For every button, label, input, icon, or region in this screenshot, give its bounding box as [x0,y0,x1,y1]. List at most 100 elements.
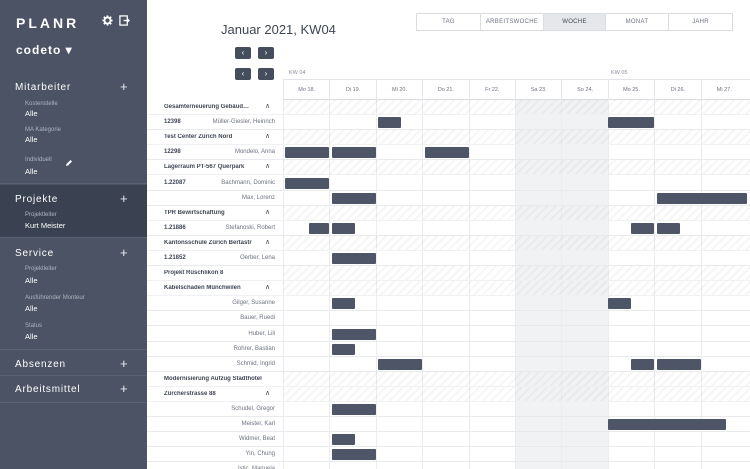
collapse-chevron-icon[interactable]: ∧ [265,102,270,110]
assignment-row[interactable]: Bauer, Ruedi [147,311,750,327]
project-row[interactable]: Zürcherstrasse 88 ∧ [147,386,750,402]
filter-value[interactable]: Alle [25,135,38,144]
filter-value[interactable]: Alle [25,109,38,118]
assignment-bar[interactable] [656,358,701,370]
assignment-row[interactable]: Schmid, Ingrid [147,357,750,372]
project-row[interactable]: Kantonsschule Zürich Bertastr ∧ [147,235,750,251]
tab-woche[interactable]: WOCHE [543,13,606,31]
day-header-cell[interactable]: Mi 27. [700,80,747,100]
assignment-row[interactable]: Gilger, Susanne [147,296,750,312]
assignment-bar[interactable] [331,343,355,355]
assignment-bar[interactable] [607,117,655,129]
add-arbeitsmittel-button[interactable]: + [120,381,128,396]
filter-value[interactable]: Alle [25,332,38,341]
add-mitarbeiter-button[interactable]: + [120,79,128,94]
assignment-row[interactable]: Meister, Karl [147,417,750,433]
assignment-bar[interactable] [331,222,355,234]
assignment-row[interactable]: Huber, Lili [147,327,750,342]
assignment-bar[interactable] [607,419,727,431]
project-number: 1.21852 [164,255,186,261]
next-button[interactable]: › [258,47,274,59]
section-label[interactable]: Absenzen [15,359,66,370]
section-label[interactable]: Arbeitsmittel [15,384,80,395]
assignment-row[interactable]: Schudel, Gregor [147,402,750,417]
day-header-cell[interactable]: Do 21. [422,80,468,100]
employee-name: Bauer, Ruedi [240,315,275,322]
assignment-bar[interactable] [656,222,680,234]
week-label: KW 04 [289,70,306,76]
day-header-cell[interactable]: Mo 18. [283,80,329,100]
project-name: Kantonsschule Zürich Bertastr [164,239,252,246]
collapse-chevron-icon[interactable]: ∧ [265,389,270,397]
assignment-row[interactable]: Rohrer, Bastian [147,342,750,357]
prev-button[interactable]: ‹ [235,47,251,59]
assignment-row[interactable]: Max, Lorenz [147,191,750,206]
assignment-row[interactable]: Istic, Manuela [147,462,750,469]
collapse-chevron-icon[interactable]: ∧ [265,132,270,140]
assignment-bar[interactable] [285,177,330,189]
pencil-icon[interactable] [65,154,73,172]
tab-jahr[interactable]: JAHR [668,13,733,31]
project-row[interactable]: Projekt Rüschlikon 8 [147,266,750,282]
day-header-cell[interactable]: Di 19. [329,80,375,100]
filter-value[interactable]: Kurt Meister [25,221,65,230]
project-row[interactable]: Modernisierung Aufzug Stadthotel [147,371,750,387]
collapse-chevron-icon[interactable]: ∧ [265,283,270,291]
assignment-bar[interactable] [331,328,376,340]
day-header-cell[interactable]: Fr 22. [468,80,515,100]
section-label[interactable]: Service [15,248,54,259]
assignment-bar[interactable] [331,147,376,159]
tab-tag[interactable]: TAG [416,13,481,31]
project-row[interactable]: TPR Bewirtschaftung ∧ [147,205,750,221]
day-header-cell[interactable]: Di 26. [654,80,700,100]
project-row[interactable]: Lagerraum PT-567 Querpark ∧ [147,160,750,176]
collapse-chevron-icon[interactable]: ∧ [265,162,270,170]
day-header-cell[interactable]: Sa 23. [515,80,561,100]
row-background [283,266,750,281]
assignment-bar[interactable] [378,117,402,129]
assignment-bar[interactable] [631,358,655,370]
add-absenz-button[interactable]: + [120,356,128,371]
assignment-bar[interactable] [378,358,423,370]
collapse-chevron-icon[interactable]: ∧ [265,208,270,216]
assignment-row[interactable]: 12398 Müller-Giesler, Heinrich [147,115,750,131]
assignment-row[interactable]: 1.21886 Stefanoski, Robert [147,221,750,236]
assignment-row[interactable]: Widmer, Beat [147,432,750,448]
assignment-bar[interactable] [331,404,376,415]
assignment-bar[interactable] [331,253,376,264]
assignment-bar[interactable] [331,298,355,310]
assignment-bar[interactable] [607,298,631,310]
filter-value[interactable]: Alle [25,167,38,176]
assignment-row[interactable]: 1.21852 Oerber, Lena [147,251,750,266]
project-row[interactable]: Kabelschaden Münchwilen ∧ [147,281,750,297]
section-label[interactable]: Mitarbeiter [15,82,71,93]
assignment-bar[interactable] [331,449,376,461]
tab-arbeitswoche[interactable]: ARBEITSWOCHE [480,13,544,31]
assignment-bar[interactable] [331,192,376,204]
assignment-bar[interactable] [656,192,747,204]
logout-icon[interactable] [119,15,130,26]
section-label[interactable]: Projekte [15,194,58,205]
assignment-bar[interactable] [424,147,469,159]
assignment-bar[interactable] [631,222,655,234]
assignment-bar[interactable] [331,434,355,446]
filter-value[interactable]: Alle [25,304,38,313]
project-row[interactable]: Test Center Zürich Nord ∧ [147,130,750,146]
add-projekt-button[interactable]: + [120,191,128,206]
project-row[interactable]: Gesamterneuerung Gebäud… ∧ [147,100,750,115]
collapse-chevron-icon[interactable]: ∧ [265,238,270,246]
assignment-row[interactable]: Yin, Chung [147,447,750,463]
assignment-row[interactable]: 1.22087 Bachmann, Dominic [147,176,750,191]
assignment-row[interactable]: 12298 Mondelo, Anna [147,145,750,161]
gear-icon[interactable] [102,15,113,26]
add-service-button[interactable]: + [120,245,128,260]
row-background [283,100,750,114]
day-header-cell[interactable]: So 24. [561,80,607,100]
day-header-cell[interactable]: Mo 25. [607,80,654,100]
assignment-bar[interactable] [285,147,330,159]
tab-monat[interactable]: MONAT [605,13,669,31]
day-header-cell[interactable]: Mi 20. [375,80,422,100]
workspace-selector[interactable]: codeto ▾ [16,43,73,57]
filter-value[interactable]: Alle [25,276,38,285]
assignment-bar[interactable] [308,222,330,234]
